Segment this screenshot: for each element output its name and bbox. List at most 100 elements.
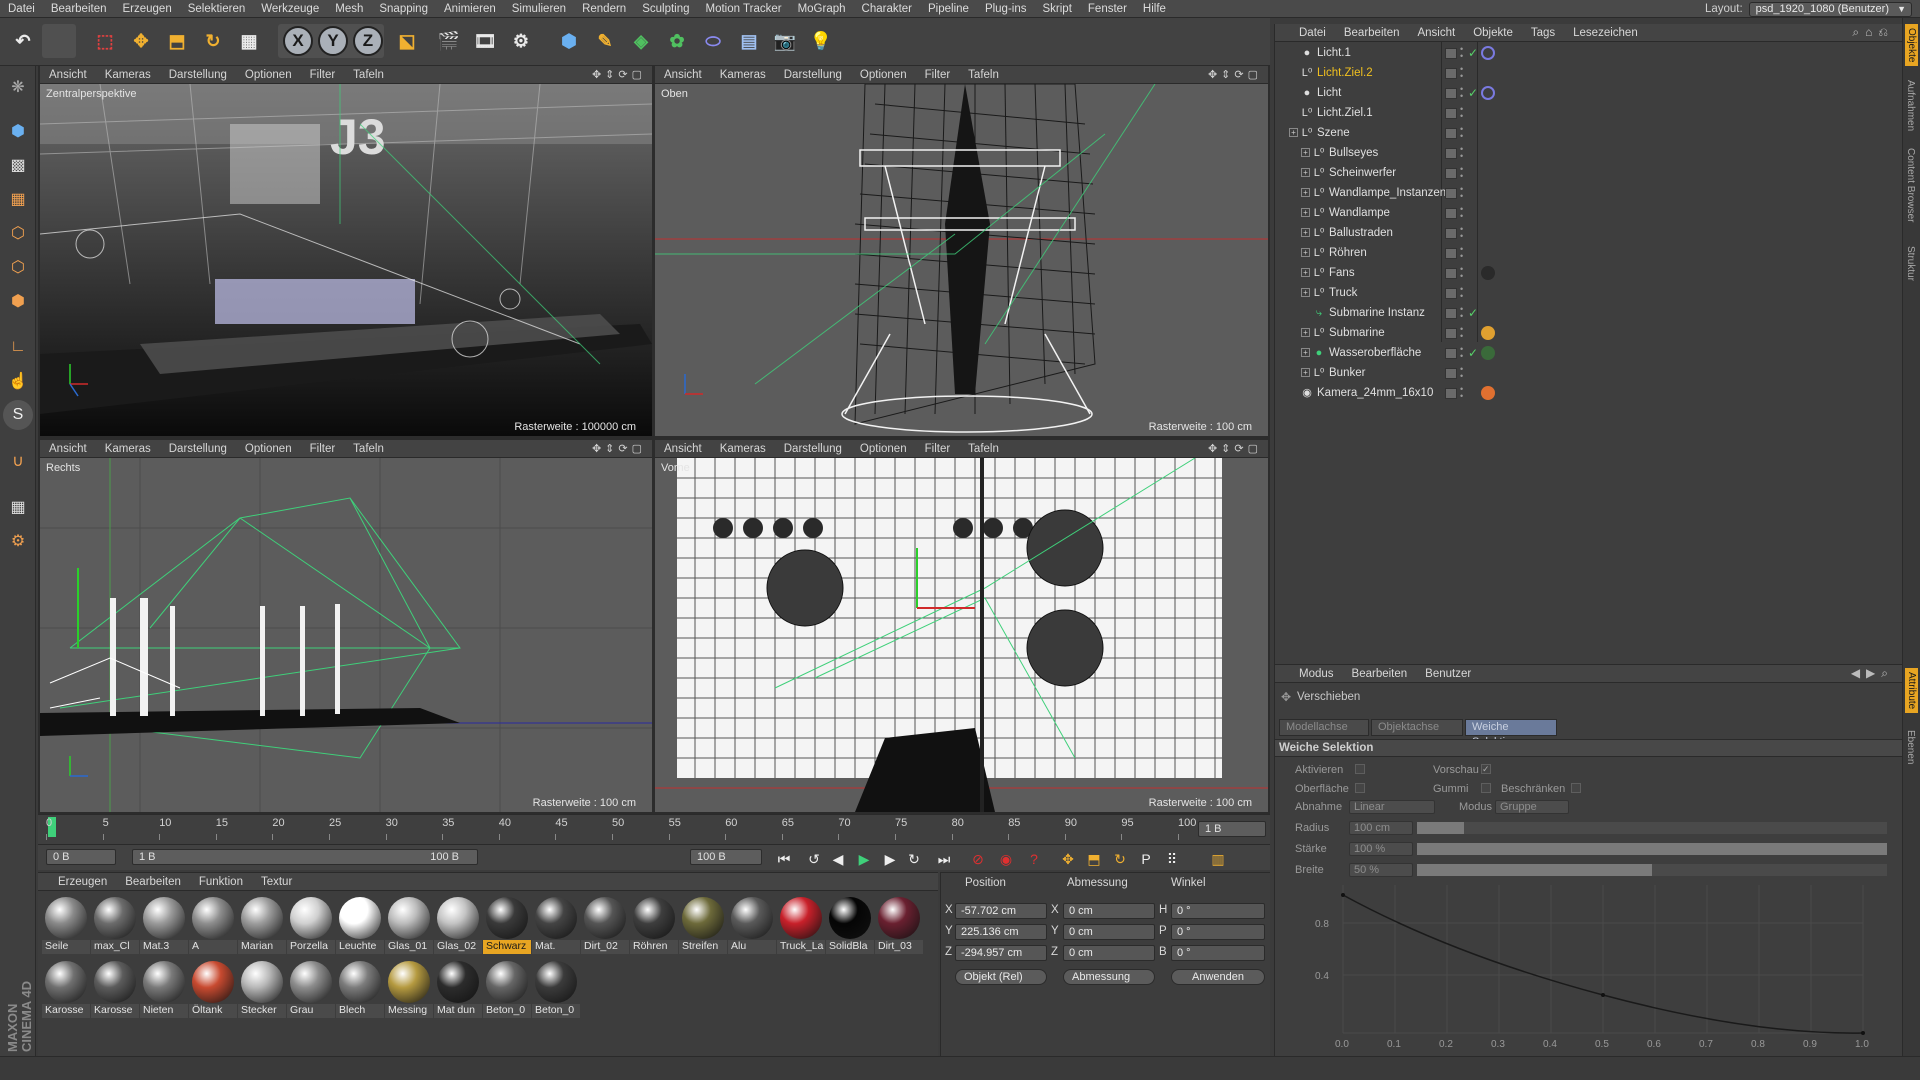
material-swatch[interactable]: Truck_La [777,895,825,955]
menu-snapping[interactable]: Snapping [371,3,436,15]
end-frame-field[interactable]: 100 B [690,849,762,865]
material-swatch[interactable]: Alu [728,895,776,955]
snap-icon[interactable]: S [3,400,33,430]
lock-workplane-icon[interactable]: ⚙ [3,526,33,556]
material-swatch[interactable]: Karosse [91,959,139,1019]
editor-visibility-icon[interactable] [1445,348,1457,359]
material-swatch[interactable]: Röhren [630,895,678,955]
visibility-dots-icon[interactable]: • • [1460,325,1463,341]
recent-tools-button[interactable]: ▦ [232,24,266,58]
material-swatch[interactable]: Beton_0 [483,959,531,1019]
expand-toggle-icon[interactable]: + [1301,208,1310,217]
enabled-check-icon[interactable]: ✓ [1468,306,1478,320]
search-icon[interactable]: ⌕⌂⎌ [1852,25,1894,40]
camera-button[interactable]: 📷 [768,24,802,58]
tab-struktur[interactable]: Struktur [1905,246,1916,281]
material-tag-icon[interactable] [1481,266,1495,280]
vp-menu-tafeln[interactable]: Tafeln [959,69,1008,81]
rot-p-field[interactable]: 0 ° [1171,924,1265,940]
material-swatch[interactable]: Blech [336,959,384,1019]
expand-toggle-icon[interactable]: + [1301,268,1310,277]
cube-object-button[interactable]: ⬢ [552,24,586,58]
editor-visibility-icon[interactable] [1445,128,1457,139]
expand-toggle-icon[interactable]: + [1301,248,1310,257]
editor-visibility-icon[interactable] [1445,208,1457,219]
menu-charakter[interactable]: Charakter [854,3,921,15]
menu-rendern[interactable]: Rendern [574,3,634,15]
tweak-mode-icon[interactable]: ☝ [3,366,33,396]
vp-menu-filter[interactable]: Filter [916,69,960,81]
material-swatch[interactable]: Porzella [287,895,335,955]
aktivieren-checkbox[interactable] [1355,764,1365,774]
workplane-icon[interactable]: ▦ [3,184,33,214]
abnahme-dropdown[interactable]: Linear [1349,800,1435,814]
render-picture-viewer-button[interactable]: 🎞 [468,24,502,58]
deformer-button[interactable]: ⬭ [696,24,730,58]
visibility-dots-icon[interactable]: • • [1460,205,1463,221]
water-tag-icon[interactable] [1481,346,1495,360]
menu-datei[interactable]: Datei [0,3,43,15]
object-row[interactable]: + L⁰ Röhren • • [1275,244,1903,264]
polygons-mode-icon[interactable]: ⬢ [3,286,33,316]
select-tool-button[interactable]: ⬚ [88,24,122,58]
material-swatch[interactable]: Streifen [679,895,727,955]
vp-menu-tafeln[interactable]: Tafeln [959,443,1008,455]
y-axis-button[interactable]: Y [318,26,348,56]
obj-menu-datei[interactable]: Datei [1275,27,1335,39]
coord-mode-dropdown[interactable]: Objekt (Rel) [955,969,1047,985]
vp-menu-optionen[interactable]: Optionen [236,443,301,455]
rot-b-field[interactable]: 0 ° [1171,945,1265,961]
material-swatch[interactable]: Karosse [42,959,90,1019]
object-row[interactable]: + L⁰ Ballustraden • • [1275,224,1903,244]
vp-menu-kameras[interactable]: Kameras [711,69,775,81]
breite-slider[interactable] [1417,864,1887,876]
visibility-dots-icon[interactable]: • • [1460,305,1463,321]
enabled-check-icon[interactable]: ✓ [1468,86,1478,100]
editor-visibility-icon[interactable] [1445,328,1457,339]
tab-ebenen[interactable]: Ebenen [1905,730,1916,764]
vp-menu-darstellung[interactable]: Darstellung [160,69,236,81]
tab-aufnahmen[interactable]: Aufnahmen [1905,80,1916,131]
object-row[interactable]: + L⁰ Truck • • [1275,284,1903,304]
coordinate-system-button[interactable]: ⬕ [390,24,424,58]
previous-key-icon[interactable]: ↺ [804,849,824,869]
editor-visibility-icon[interactable] [1445,308,1457,319]
tab-modellachse[interactable]: Modellachse [1279,719,1369,736]
material-swatch[interactable]: max_Cl [91,895,139,955]
vp-menu-filter[interactable]: Filter [301,69,345,81]
material-swatch[interactable]: Marian [238,895,286,955]
object-row[interactable]: ⤷ Submarine Instanz • • ✓ [1275,304,1903,324]
vp-menu-kameras[interactable]: Kameras [96,443,160,455]
tab-objekte[interactable]: Objekte [1905,24,1918,67]
visibility-dots-icon[interactable]: • • [1460,165,1463,181]
vp-menu-optionen[interactable]: Optionen [851,69,916,81]
obj-menu-tags[interactable]: Tags [1522,27,1564,39]
expand-toggle-icon[interactable]: + [1301,288,1310,297]
vp-menu-darstellung[interactable]: Darstellung [160,443,236,455]
breite-field[interactable]: 50 % [1349,863,1413,877]
menu-motion-tracker[interactable]: Motion Tracker [698,3,790,15]
object-row[interactable]: + L⁰ Bullseyes • • [1275,144,1903,164]
vp-menu-ansicht[interactable]: Ansicht [655,69,711,81]
modus-dropdown[interactable]: Gruppe [1495,800,1569,814]
material-swatch[interactable]: Glas_02 [434,895,482,955]
editor-visibility-icon[interactable] [1445,228,1457,239]
start-frame-field[interactable]: 0 B [46,849,116,865]
play-icon[interactable]: ▶ [854,849,874,869]
object-row[interactable]: L⁰ Licht.Ziel.2 • • [1275,64,1903,84]
editor-visibility-icon[interactable] [1445,88,1457,99]
pos-x-field[interactable]: -57.702 cm [955,903,1047,919]
target-tag-icon[interactable] [1481,86,1495,100]
rotate-tool-button[interactable]: ↻ [196,24,230,58]
expand-toggle-icon[interactable]: + [1289,128,1298,137]
staerke-field[interactable]: 100 % [1349,842,1413,856]
material-swatch[interactable]: Dirt_03 [875,895,923,955]
make-editable-icon[interactable]: ❋ [3,72,33,102]
layout-select[interactable]: psd_1920_1080 (Benutzer) ▼ [1748,1,1912,17]
next-key-icon[interactable]: ↻ [904,849,924,869]
obj-menu-objekte[interactable]: Objekte [1464,27,1522,39]
material-swatch[interactable]: Leuchte [336,895,384,955]
object-row[interactable]: + L⁰ Wandlampe_Instanzen • • [1275,184,1903,204]
vp-menu-ansicht[interactable]: Ansicht [655,443,711,455]
move-tool-button[interactable]: ✥ [124,24,158,58]
